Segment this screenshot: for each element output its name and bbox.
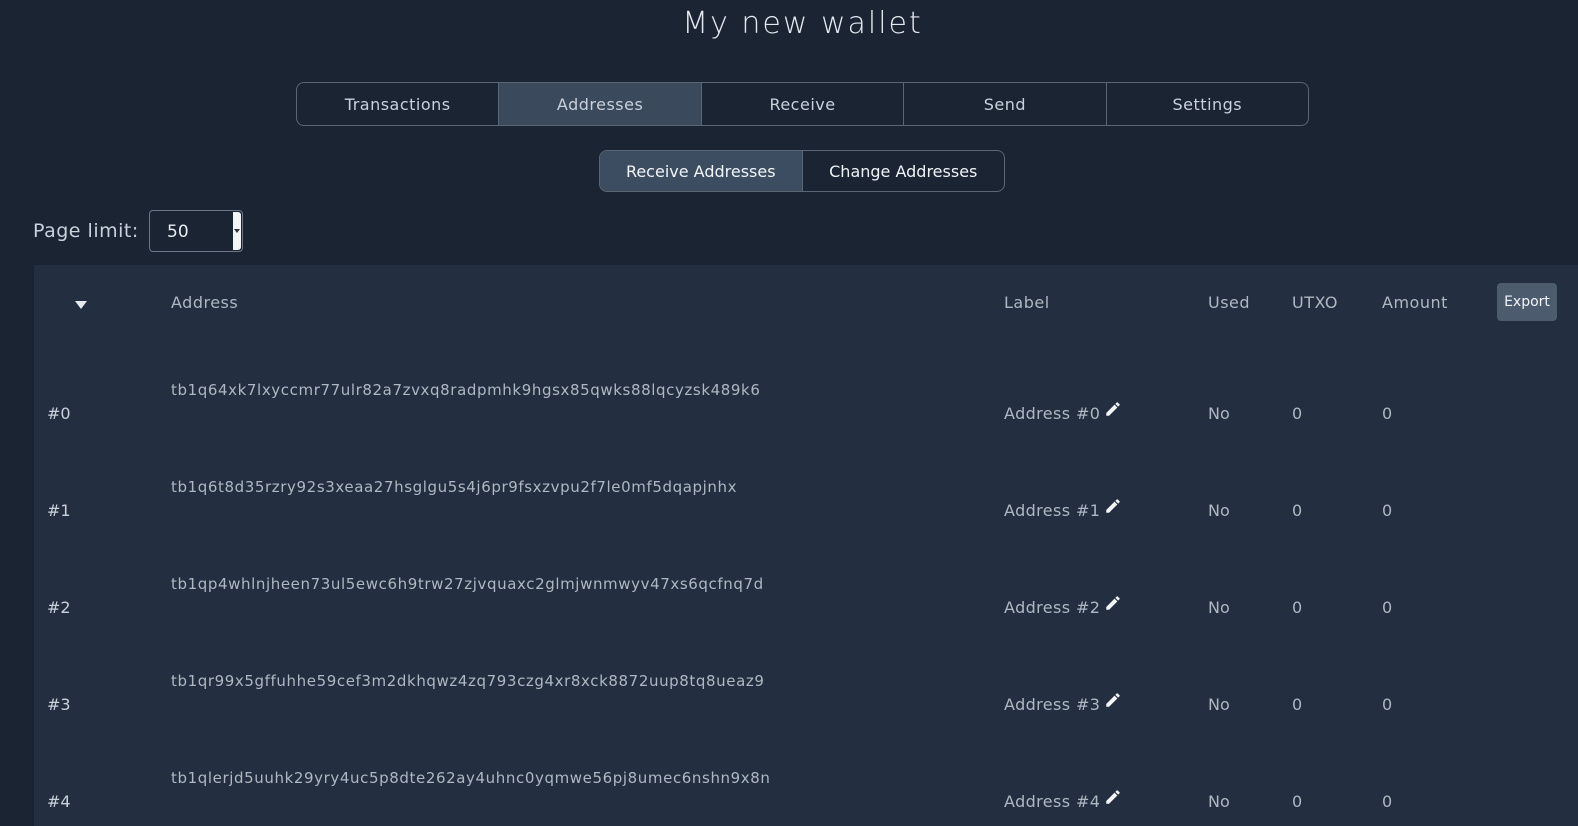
row-address[interactable]: tb1q64xk7lxyccmr77ulr82a7zvxq8radpmhk9hg… bbox=[171, 381, 760, 399]
table-row: #0 tb1q64xk7lxyccmr77ulr82a7zvxq8radpmhk… bbox=[34, 348, 1578, 445]
tab-settings[interactable]: Settings bbox=[1107, 83, 1308, 125]
export-button[interactable]: Export bbox=[1497, 283, 1557, 321]
header-address[interactable]: Address bbox=[171, 293, 238, 312]
sort-desc-icon[interactable] bbox=[75, 301, 87, 309]
table-row: #2 tb1qp4whlnjheen73ul5ewc6h9trw27zjvqua… bbox=[34, 542, 1578, 639]
row-used: No bbox=[1208, 501, 1230, 520]
row-label: Address #4 bbox=[1004, 792, 1101, 811]
row-utxo: 0 bbox=[1292, 501, 1303, 520]
pencil-icon[interactable] bbox=[1104, 691, 1122, 709]
addresses-table: Address Label Used UTXO Amount Export #0… bbox=[34, 265, 1578, 826]
header-label[interactable]: Label bbox=[1004, 293, 1050, 312]
tab-send[interactable]: Send bbox=[904, 83, 1107, 125]
row-index: #2 bbox=[47, 598, 71, 617]
pencil-icon[interactable] bbox=[1104, 788, 1122, 806]
row-amount: 0 bbox=[1382, 792, 1393, 811]
row-index: #4 bbox=[47, 792, 71, 811]
page-title: My new wallet bbox=[682, 6, 923, 41]
header-used[interactable]: Used bbox=[1208, 293, 1250, 312]
row-utxo: 0 bbox=[1292, 792, 1303, 811]
pencil-icon[interactable] bbox=[1104, 594, 1122, 612]
table-row: #3 tb1qr99x5gffuhhe59cef3m2dkhqwz4zq793c… bbox=[34, 639, 1578, 736]
row-label: Address #3 bbox=[1004, 695, 1101, 714]
main-tabs: Transactions Addresses Receive Send Sett… bbox=[296, 82, 1309, 126]
table-row: #4 tb1qlerjd5uuhk29yry4uc5p8dte262ay4uhn… bbox=[34, 736, 1578, 826]
page-limit-label: Page limit: bbox=[33, 220, 139, 242]
row-address[interactable]: tb1qlerjd5uuhk29yry4uc5p8dte262ay4uhnc0y… bbox=[171, 769, 771, 787]
page-limit-input[interactable]: 50 bbox=[149, 210, 243, 252]
row-utxo: 0 bbox=[1292, 404, 1303, 423]
row-used: No bbox=[1208, 404, 1230, 423]
page-limit-spinner[interactable] bbox=[233, 212, 241, 250]
table-row: #1 tb1q6t8d35rzry92s3xeaa27hsglgu5s4j6pr… bbox=[34, 445, 1578, 542]
row-address[interactable]: tb1qr99x5gffuhhe59cef3m2dkhqwz4zq793czg4… bbox=[171, 672, 765, 690]
row-address[interactable]: tb1q6t8d35rzry92s3xeaa27hsglgu5s4j6pr9fs… bbox=[171, 478, 737, 496]
row-utxo: 0 bbox=[1292, 598, 1303, 617]
row-amount: 0 bbox=[1382, 695, 1393, 714]
pencil-icon[interactable] bbox=[1104, 497, 1122, 515]
row-address[interactable]: tb1qp4whlnjheen73ul5ewc6h9trw27zjvquaxc2… bbox=[171, 575, 764, 593]
row-label: Address #1 bbox=[1004, 501, 1101, 520]
row-utxo: 0 bbox=[1292, 695, 1303, 714]
address-type-tabs: Receive Addresses Change Addresses bbox=[599, 150, 1005, 192]
tab-receive[interactable]: Receive bbox=[702, 83, 905, 125]
row-used: No bbox=[1208, 792, 1230, 811]
tab-change-addresses[interactable]: Change Addresses bbox=[803, 151, 1005, 191]
row-amount: 0 bbox=[1382, 501, 1393, 520]
row-index: #1 bbox=[47, 501, 71, 520]
row-index: #0 bbox=[47, 404, 71, 423]
wallet-page: My new wallet Transactions Addresses Rec… bbox=[0, 0, 1578, 826]
header-utxo[interactable]: UTXO bbox=[1292, 293, 1338, 312]
page-limit-value: 50 bbox=[167, 222, 189, 242]
tab-transactions[interactable]: Transactions bbox=[297, 83, 500, 125]
tab-receive-addresses[interactable]: Receive Addresses bbox=[600, 151, 803, 191]
row-label: Address #0 bbox=[1004, 404, 1101, 423]
row-used: No bbox=[1208, 598, 1230, 617]
header-amount[interactable]: Amount bbox=[1382, 293, 1448, 312]
row-amount: 0 bbox=[1382, 598, 1393, 617]
row-index: #3 bbox=[47, 695, 71, 714]
row-used: No bbox=[1208, 695, 1230, 714]
tab-addresses[interactable]: Addresses bbox=[499, 83, 702, 125]
row-label: Address #2 bbox=[1004, 598, 1101, 617]
spinner-down-icon bbox=[234, 229, 240, 233]
pencil-icon[interactable] bbox=[1104, 400, 1122, 418]
row-amount: 0 bbox=[1382, 404, 1393, 423]
